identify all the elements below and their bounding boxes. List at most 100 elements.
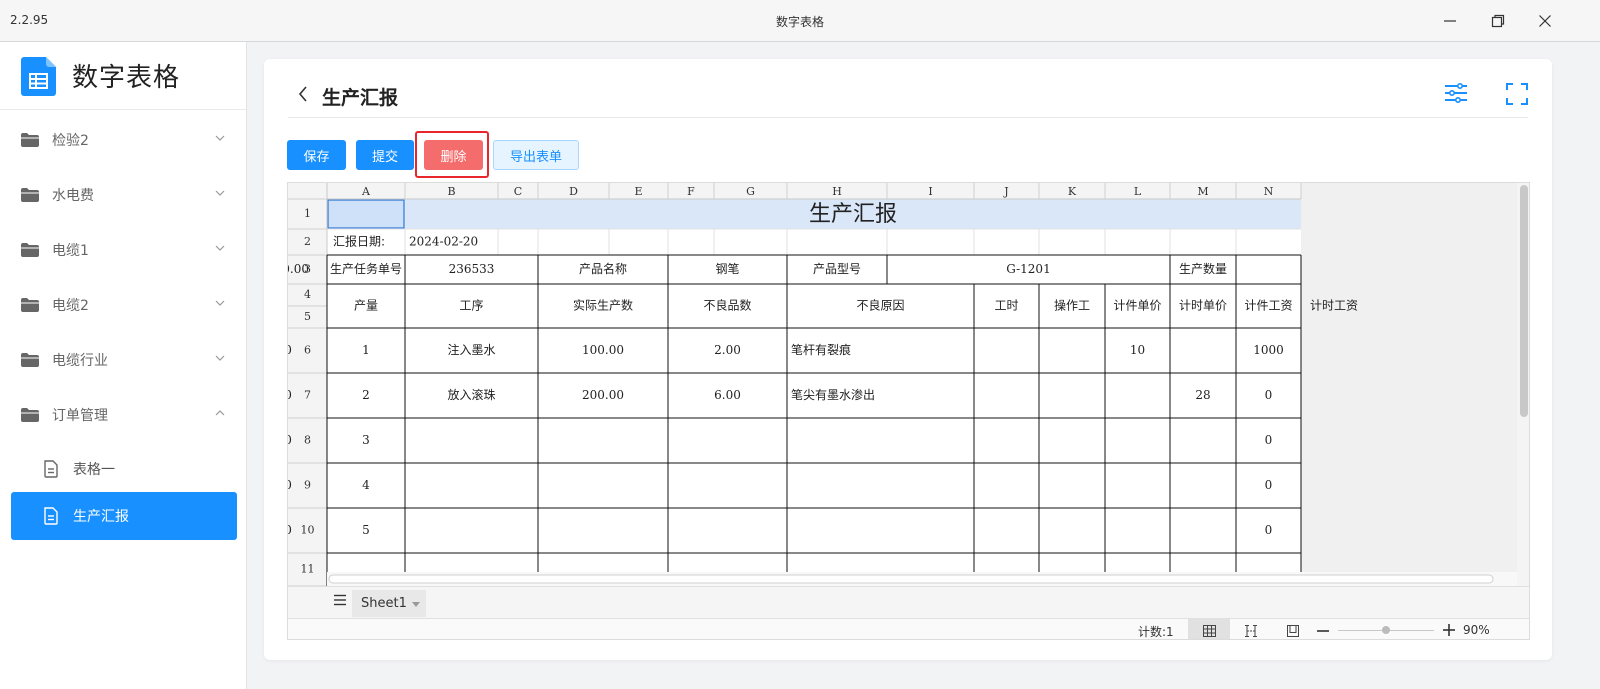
row-header-9[interactable]: 9 (304, 479, 311, 492)
row-header-1[interactable]: 1 (304, 207, 311, 220)
column-title-cell: 计时单价 (1179, 299, 1227, 313)
chevron-down-icon (215, 300, 225, 306)
row-header-11[interactable]: 11 (301, 563, 315, 576)
column-header-c[interactable]: C (514, 185, 522, 198)
column-header-h[interactable]: H (832, 185, 842, 198)
data-cell: 2 (362, 388, 370, 402)
spreadsheet-logo-icon (21, 56, 56, 96)
column-header-g[interactable]: G (746, 185, 755, 198)
data-cell: 4 (362, 478, 370, 492)
data-cell: 注入墨水 (447, 342, 495, 357)
sidebar-subitem-label: 表格一 (73, 462, 115, 478)
submit-button[interactable]: 提交 (356, 140, 414, 170)
sidebar-subitem-shengchanhuibao[interactable]: 生产汇报 (11, 492, 237, 540)
column-header-j[interactable]: J (1003, 185, 1008, 198)
brand: 数字表格 (0, 42, 246, 110)
column-header-d[interactable]: D (569, 185, 578, 198)
sidebar-subitem-biaoge1[interactable]: 表格一 (11, 445, 237, 493)
page-break-view-button[interactable] (1230, 619, 1272, 639)
page-break-icon (1245, 624, 1257, 637)
page-layout-view-button[interactable] (1272, 619, 1314, 639)
column-header-a[interactable]: A (361, 185, 371, 198)
task-no-label: 生产任务单号 (330, 261, 402, 276)
zoom-out-icon[interactable] (1316, 624, 1330, 638)
horizontal-scrollbar-thumb[interactable] (328, 574, 1494, 584)
column-header-band (288, 183, 1301, 199)
sidebar-item-dingdanguanli[interactable]: 订单管理 (0, 395, 247, 435)
sidebar-item-shuidianfei[interactable]: 水电费 (0, 175, 247, 215)
data-cell: 1000 (1253, 343, 1284, 357)
minimize-icon (1444, 20, 1456, 22)
column-title-cell: 产量 (354, 299, 378, 313)
normal-view-button[interactable] (1188, 619, 1230, 639)
sheet-list-icon[interactable] (334, 594, 346, 606)
row-header-5[interactable]: 5 (304, 310, 311, 323)
sheet-tab[interactable]: Sheet1 (352, 590, 426, 617)
data-cell: 0 (1265, 478, 1273, 492)
zoom-level: 90% (1463, 623, 1490, 637)
folder-icon (21, 353, 39, 367)
folder-icon (21, 243, 39, 257)
chevron-down-icon (215, 355, 225, 361)
row-header-7[interactable]: 7 (304, 389, 311, 402)
data-cell: 0 (1265, 388, 1273, 402)
chevron-down-icon (215, 135, 225, 141)
minimize-button[interactable] (1435, 8, 1465, 34)
window-title: 数字表格 (775, 15, 824, 29)
report-date-value: 2024-02-20 (409, 235, 478, 249)
column-header-b[interactable]: B (447, 185, 455, 198)
row-header-4[interactable]: 4 (304, 288, 311, 301)
folder-icon (21, 188, 39, 202)
restore-button[interactable] (1483, 8, 1513, 34)
sidebar-item-label: 水电费 (52, 188, 94, 204)
zoom-in-icon[interactable] (1442, 623, 1456, 637)
quantity-value: 300.00 (288, 262, 309, 276)
sidebar-item-label: 电缆行业 (52, 353, 108, 369)
data-cell: 0 (1265, 523, 1273, 537)
row-header-8[interactable]: 8 (304, 434, 311, 447)
column-header-k[interactable]: K (1068, 185, 1077, 198)
folder-icon (21, 408, 39, 422)
column-title-cell: 工序 (459, 298, 483, 313)
export-form-button[interactable]: 导出表单 (493, 140, 579, 170)
document-icon (44, 460, 58, 478)
zoom-slider-thumb[interactable] (1382, 626, 1390, 634)
close-button[interactable] (1530, 8, 1560, 34)
data-cell: 0 (1265, 433, 1273, 447)
column-header-m[interactable]: M (1197, 185, 1208, 198)
caret-down-icon[interactable] (412, 602, 420, 607)
sidebar-item-dianlan2[interactable]: 电缆2 (0, 285, 247, 325)
delete-button-highlight (415, 131, 489, 178)
column-header-l[interactable]: L (1134, 185, 1142, 198)
folder-icon (21, 133, 39, 147)
product-model-label: 产品型号 (813, 262, 861, 276)
sidebar-item-jianyan2[interactable]: 检验2 (0, 120, 247, 160)
data-cell: 0 (288, 388, 292, 402)
fullscreen-icon[interactable] (1506, 83, 1528, 105)
settings-sliders-icon[interactable] (1444, 83, 1468, 103)
chevron-down-icon (215, 245, 225, 251)
cell-count: 计数:1 (1138, 625, 1174, 639)
sidebar-item-label: 电缆2 (52, 298, 89, 314)
row-header-2[interactable]: 2 (304, 235, 311, 248)
row-header-10[interactable]: 10 (301, 524, 315, 537)
chevron-down-icon (215, 190, 225, 196)
back-arrow-icon[interactable] (298, 86, 308, 102)
row-header-6[interactable]: 6 (304, 344, 311, 357)
page-layout-icon (1287, 624, 1299, 637)
column-title-cell: 计件单价 (1113, 299, 1161, 313)
column-header-i[interactable]: I (928, 185, 932, 198)
sidebar-item-dianlan1[interactable]: 电缆1 (0, 230, 247, 270)
column-header-n[interactable]: N (1264, 185, 1274, 198)
column-header-f[interactable]: F (687, 185, 695, 198)
column-header-e[interactable]: E (634, 185, 642, 198)
column-title-cell: 不良原因 (856, 298, 904, 313)
sidebar-item-dianlanhangye[interactable]: 电缆行业 (0, 340, 247, 380)
data-cell: 200.00 (582, 388, 624, 402)
save-button[interactable]: 保存 (287, 140, 346, 170)
data-cell: 100.00 (582, 343, 624, 357)
vertical-scrollbar-thumb[interactable] (1520, 185, 1528, 417)
spreadsheet[interactable]: A B C D E F G H I J K L M N 1 2 3 4 5 6 7 8 9 10 11 生产汇报 汇报日期: 2024… (287, 182, 1530, 640)
spreadsheet-grid[interactable]: A B C D E F G H I J K L M N1234567891011生产汇报汇报日期: 2024… (288, 183, 1530, 586)
zoom-slider[interactable] (1338, 626, 1434, 634)
